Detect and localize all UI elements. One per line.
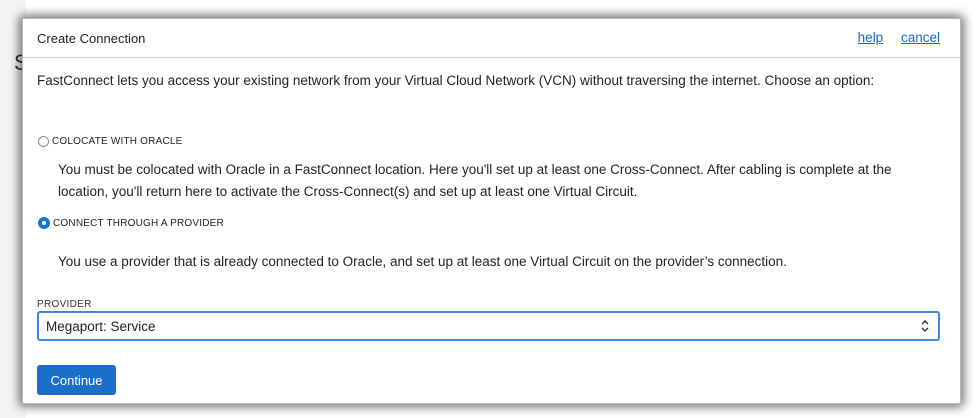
provider-description: You use a provider that is already conne… (58, 254, 787, 269)
provider-option-label[interactable]: CONNECT THROUGH A PROVIDER (53, 218, 224, 229)
dialog-title: Create Connection (37, 31, 146, 46)
provider-field-label: PROVIDER (37, 299, 92, 310)
provider-radio[interactable] (38, 217, 50, 229)
colocate-radio[interactable] (38, 136, 49, 147)
option-colocate[interactable]: COLOCATE WITH ORACLE (38, 136, 183, 147)
header-links: help cancel (844, 30, 940, 45)
cancel-link[interactable]: cancel (901, 30, 940, 45)
dialog-header: Create Connection help cancel (23, 19, 960, 58)
chevron-up-down-icon (921, 320, 929, 332)
create-connection-dialog: Create Connection help cancel FastConnec… (22, 18, 961, 404)
provider-select-value[interactable]: Megaport: Service (46, 319, 156, 334)
colocate-description: You must be colocated with Oracle in a F… (58, 162, 892, 199)
option-provider[interactable]: CONNECT THROUGH A PROVIDER (38, 217, 224, 229)
help-link[interactable]: help (858, 30, 884, 45)
colocate-label[interactable]: COLOCATE WITH ORACLE (52, 136, 183, 147)
continue-button[interactable]: Continue (37, 365, 116, 395)
provider-select[interactable]: Megaport: Service (37, 311, 940, 341)
intro-text: FastConnect lets you access your existin… (37, 73, 875, 88)
